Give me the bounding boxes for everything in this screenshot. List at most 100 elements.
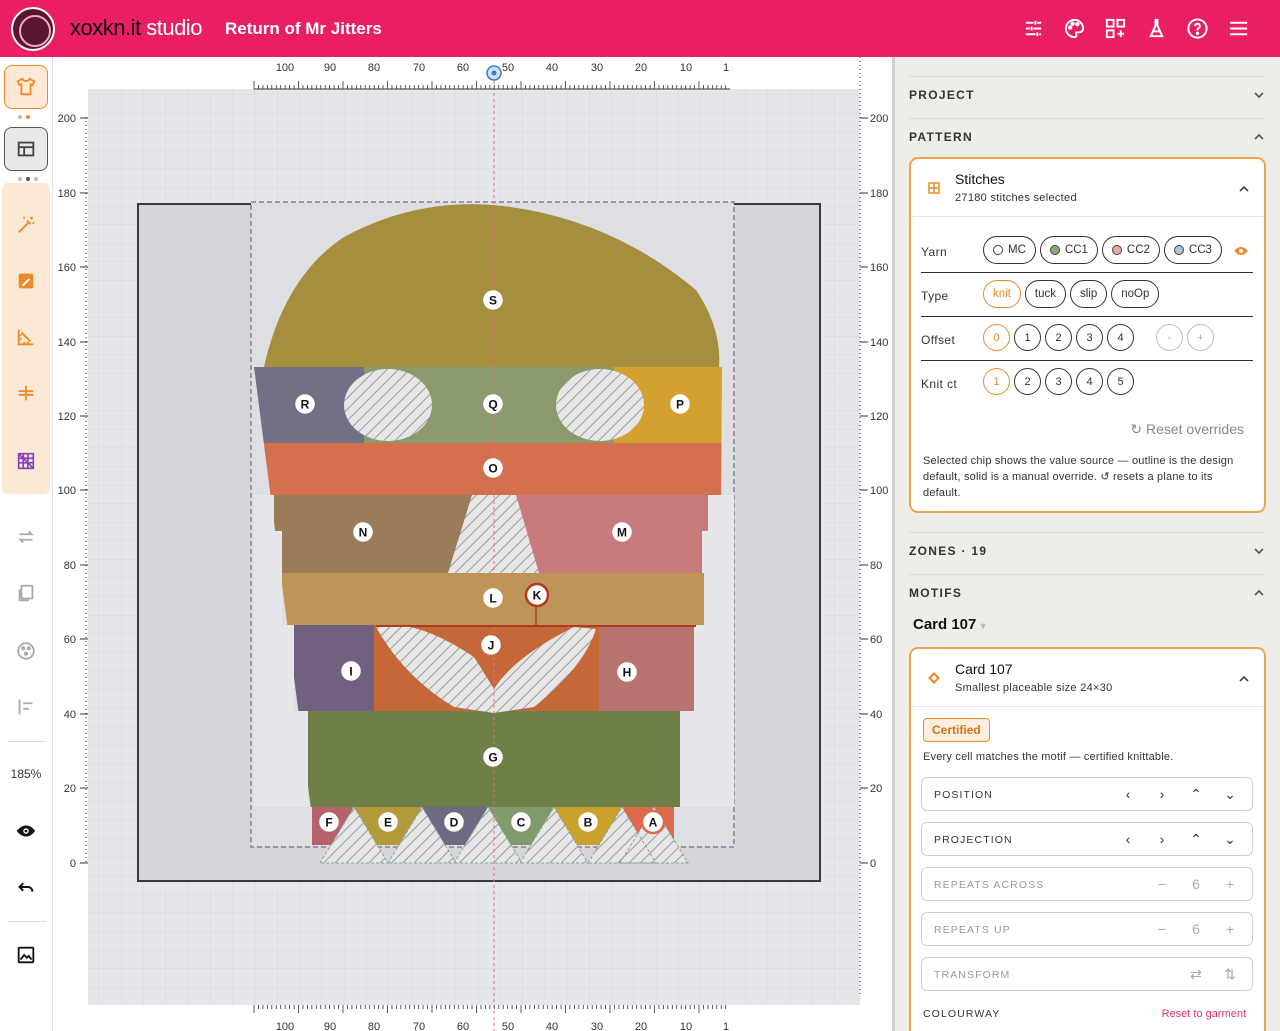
help-icon[interactable] — [1186, 17, 1209, 40]
section-project[interactable]: PROJECT — [909, 76, 1265, 112]
document-title[interactable]: Return of Mr Jitters — [225, 19, 382, 39]
repeats-up-value[interactable]: 6 — [1188, 921, 1204, 937]
offset-chip-4[interactable]: 4 — [1107, 324, 1134, 351]
zone-label-g[interactable]: G — [480, 744, 506, 770]
palette-icon[interactable] — [1063, 17, 1086, 40]
yarn-chip-mc[interactable]: MC — [983, 236, 1036, 264]
zone-label-s[interactable]: S — [480, 287, 506, 313]
offset-chip-2[interactable]: 2 — [1045, 324, 1072, 351]
yarn-chip-label: CC1 — [1064, 244, 1088, 256]
canvas-svg[interactable]: 100 90 80 70 60 50 40 30 20 10 1 100 90 80 70 60 50 40 30… — [54, 57, 892, 1031]
design-canvas[interactable]: 100 90 80 70 60 50 40 30 20 10 1 100 90 80 70 60 50 40 30… — [54, 57, 892, 1031]
arrow-down-icon[interactable]: ⌄ — [1222, 831, 1238, 847]
arrow-left-icon[interactable]: ‹ — [1120, 831, 1136, 847]
zoom-level[interactable]: 185% — [0, 767, 52, 781]
zone-label-m[interactable]: M — [609, 519, 635, 545]
properties-panel: PROJECT PATTERN Stitches 27180 stitches … — [895, 57, 1280, 1031]
magic-wand-button[interactable] — [4, 203, 48, 247]
yarn-chip-cc3[interactable]: CC3 — [1163, 236, 1222, 264]
yarn-chip-cc1[interactable]: CC1 — [1039, 236, 1098, 264]
grid-add-icon[interactable] — [1104, 17, 1127, 40]
type-chip-tuck[interactable]: tuck — [1024, 280, 1066, 308]
image-button[interactable] — [4, 933, 48, 977]
zone-label-l[interactable]: L — [480, 585, 506, 611]
zone-label-d[interactable]: D — [441, 809, 467, 835]
flip-horizontal-icon[interactable]: ⇄ — [1188, 966, 1204, 982]
zone-label-c[interactable]: C — [508, 809, 534, 835]
minus-icon[interactable]: − — [1154, 876, 1170, 892]
knitct-chip-2[interactable]: 2 — [1014, 368, 1041, 395]
zone-label-k[interactable]: K — [524, 582, 550, 608]
type-chip-knit[interactable]: knit — [983, 280, 1021, 308]
zone-label-e[interactable]: E — [375, 809, 401, 835]
zone-label-a[interactable]: A — [640, 809, 666, 835]
arrow-right-icon[interactable]: › — [1154, 786, 1170, 802]
plus-icon[interactable]: + — [1222, 921, 1238, 937]
garment-tool-button[interactable] — [4, 65, 48, 109]
zone-label-b[interactable]: B — [575, 809, 601, 835]
split-button[interactable] — [4, 371, 48, 415]
zone-label-r[interactable]: R — [292, 391, 318, 417]
zone-label-p[interactable]: P — [667, 391, 693, 417]
chevron-up-icon — [1254, 589, 1264, 596]
zone-label-o[interactable]: O — [480, 455, 506, 481]
ruler-left-label: 100 — [58, 485, 76, 497]
swap-button[interactable] — [4, 515, 48, 559]
knitct-chip-3[interactable]: 3 — [1045, 368, 1072, 395]
offset-increment-button[interactable]: + — [1187, 324, 1214, 351]
type-chip-noop[interactable]: noOp — [1111, 280, 1160, 308]
arrow-down-icon[interactable]: ⌄ — [1222, 786, 1238, 802]
zone-label-q[interactable]: Q — [480, 391, 506, 417]
offset-decrement-button[interactable]: - — [1156, 324, 1183, 351]
motif-card-header[interactable]: Card 107 Smallest placeable size 24×30 — [911, 649, 1264, 707]
zone-label-j[interactable]: J — [478, 632, 504, 658]
plus-icon[interactable]: + — [1222, 876, 1238, 892]
section-pattern[interactable]: PATTERN — [909, 118, 1265, 154]
measure-button[interactable] — [4, 315, 48, 359]
stitches-card-header[interactable]: Stitches 27180 stitches selected — [911, 159, 1264, 217]
grid-button[interactable] — [4, 439, 48, 483]
layout-tool-button[interactable] — [4, 127, 48, 171]
eye-icon[interactable] — [1233, 243, 1249, 259]
app-logo[interactable] — [11, 7, 55, 51]
pattern-button[interactable] — [4, 629, 48, 673]
sliders-icon[interactable] — [1022, 17, 1045, 40]
offset-chip-1[interactable]: 1 — [1014, 324, 1041, 351]
menu-icon[interactable] — [1227, 17, 1250, 40]
arrow-right-icon[interactable]: › — [1154, 831, 1170, 847]
offset-chip-3[interactable]: 3 — [1076, 324, 1103, 351]
zone-label-n[interactable]: N — [350, 519, 376, 545]
flask-icon[interactable] — [1145, 17, 1168, 40]
zone-label-i[interactable]: I — [338, 658, 364, 684]
undo-button[interactable] — [4, 865, 48, 909]
knitct-chip-5[interactable]: 5 — [1107, 368, 1134, 395]
knitct-chip-4[interactable]: 4 — [1076, 368, 1103, 395]
svg-text:O: O — [488, 462, 497, 476]
arrow-left-icon[interactable]: ‹ — [1120, 786, 1136, 802]
type-chip-slip[interactable]: slip — [1070, 280, 1108, 308]
section-motifs[interactable]: MOTIFS — [909, 574, 1265, 610]
zone-label-h[interactable]: H — [614, 659, 640, 685]
eye-right-cutout[interactable] — [556, 369, 644, 441]
minus-icon[interactable]: − — [1154, 921, 1170, 937]
repeats-across-value[interactable]: 6 — [1188, 876, 1204, 892]
motif-select[interactable]: Card 107 ▾ — [913, 616, 986, 633]
arrow-up-icon[interactable]: ⌃ — [1188, 831, 1204, 847]
section-zones[interactable]: ZONES · 19 — [909, 532, 1265, 568]
type-label: Type — [921, 289, 949, 303]
ruler-left-label: 60 — [64, 634, 76, 646]
knitct-row: Knit ct 12345 — [921, 361, 1253, 405]
yarn-chip-cc2[interactable]: CC2 — [1101, 236, 1160, 264]
eye-left-cutout[interactable] — [344, 369, 432, 441]
zone-label-f[interactable]: F — [316, 809, 342, 835]
visibility-button[interactable] — [4, 809, 48, 853]
knitct-chip-1[interactable]: 1 — [983, 368, 1010, 395]
flip-vertical-icon[interactable]: ⇅ — [1222, 966, 1238, 982]
align-button[interactable] — [4, 685, 48, 729]
copy-button[interactable] — [4, 571, 48, 615]
arrow-up-icon[interactable]: ⌃ — [1188, 786, 1204, 802]
offset-chip-0[interactable]: 0 — [983, 324, 1010, 351]
reset-to-garment-link[interactable]: Reset to garment — [1162, 1008, 1246, 1020]
draw-button[interactable] — [4, 259, 48, 303]
reset-overrides-button[interactable]: ↻ Reset overrides — [1130, 421, 1244, 438]
